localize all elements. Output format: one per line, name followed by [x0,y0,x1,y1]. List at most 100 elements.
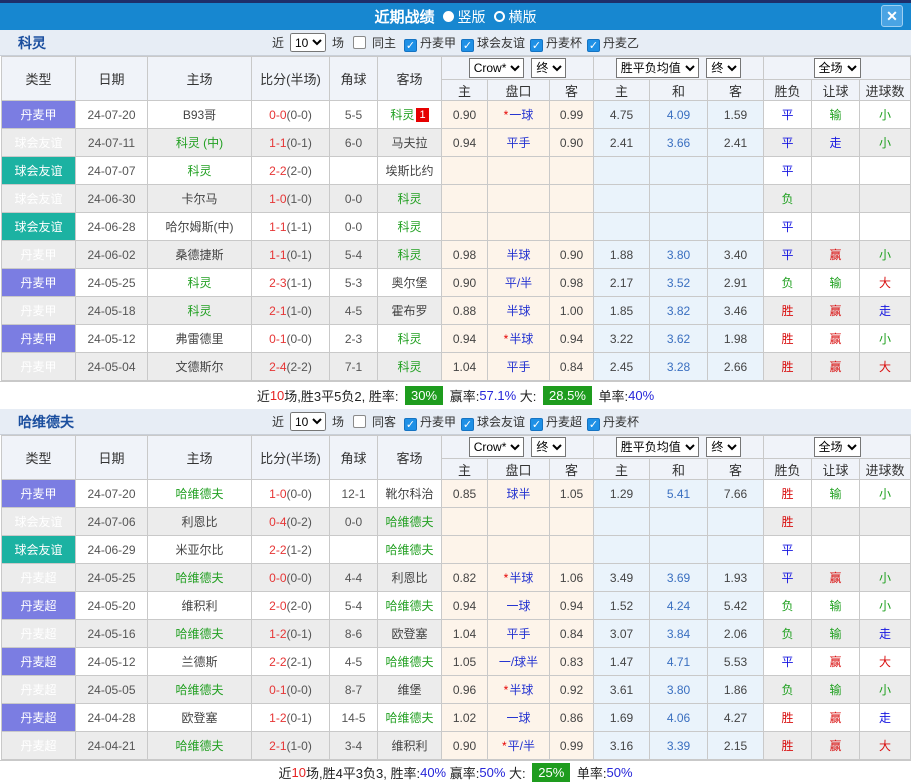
score-cell: 0-1(0-0) [252,676,330,704]
corner-cell: 0-0 [330,508,378,536]
same-venue-checkbox[interactable] [353,415,366,428]
odds-source-select[interactable]: Crow* [469,437,524,457]
match-row: 丹麦甲24-07-20B93哥0-0(0-0)5-5科灵10.90*一球0.99… [2,101,911,129]
ah-home-odds-cell: 1.04 [442,620,488,648]
close-icon[interactable]: ✕ [881,5,903,27]
ah-line-cell: 平手 [488,129,550,157]
result-cell: 平 [764,129,812,157]
away-team-cell: 科灵 [378,325,442,353]
goals-result-cell [860,157,911,185]
avg-odds-select[interactable]: 胜平负均值 [616,58,699,78]
eu-home-odds-cell: 1.52 [594,592,650,620]
odds-state-select[interactable]: 终 [531,58,566,78]
ah-away-odds-cell: 0.92 [550,676,594,704]
avg-state-select[interactable]: 终 [706,437,741,457]
goals-result-cell: 走 [860,704,911,732]
match-date-cell: 24-05-12 [76,648,148,676]
ah-away-odds-cell: 0.94 [550,592,594,620]
avg-state-select[interactable]: 终 [706,58,741,78]
ah-home-odds-cell: 0.88 [442,297,488,325]
match-count-select[interactable]: 10 [290,412,326,431]
eu-draw-odds-cell: 3.84 [650,620,708,648]
league-checkbox-label: 球会友谊 [477,415,525,429]
home-team-cell: 卡尔马 [148,185,252,213]
match-date-cell: 24-05-25 [76,564,148,592]
corner-cell: 0-0 [330,213,378,241]
score-cell: 0-1(0-0) [252,325,330,353]
ah-home-odds-cell: 0.90 [442,101,488,129]
league-checkbox[interactable]: ✓ [404,39,417,52]
corner-cell: 5-4 [330,592,378,620]
rate-badge: 30% [405,386,443,405]
ah-line-cell: *平/半 [488,732,550,760]
near-label: 近 [272,34,284,51]
col-eu-away: 客 [708,459,764,480]
away-team-cell: 哈维德夫 [378,536,442,564]
ah-home-odds-cell: 0.94 [442,325,488,353]
match-row: 球会友谊24-06-28哈尔姆斯(中)1-1(1-1)0-0科灵平 [2,213,911,241]
summary-text: 场,胜3平5负2, 胜率: [284,386,402,405]
ah-home-odds-cell [442,536,488,564]
eu-home-odds-cell: 2.17 [594,269,650,297]
col-date: 日期 [76,57,148,101]
avg-odds-select[interactable]: 胜平负均值 [616,437,699,457]
odds-state-select[interactable]: 终 [531,437,566,457]
league-checkbox[interactable]: ✓ [530,39,543,52]
eu-draw-odds-cell [650,536,708,564]
league-checkbox[interactable]: ✓ [461,39,474,52]
score-cell: 1-1(0-1) [252,129,330,157]
ah-away-odds-cell [550,157,594,185]
league-type-cell: 丹麦甲 [2,101,76,129]
match-date-cell: 24-05-16 [76,620,148,648]
scope-select[interactable]: 全场 [814,437,861,457]
handicap-result-cell: 输 [812,269,860,297]
league-type-cell: 球会友谊 [2,536,76,564]
score-cell: 1-0(1-0) [252,185,330,213]
col-corner: 角球 [330,57,378,101]
match-date-cell: 24-04-28 [76,704,148,732]
ah-line-cell: 一球 [488,704,550,732]
ah-home-odds-cell [442,508,488,536]
home-team-cell: 维积利 [148,592,252,620]
match-row: 丹麦甲24-07-20哈维德夫1-0(0-0)12-1靴尔科治0.85球半1.0… [2,480,911,508]
ah-home-odds-cell [442,213,488,241]
corner-cell: 2-3 [330,325,378,353]
result-cell: 平 [764,648,812,676]
odds-source-select[interactable]: Crow* [469,58,524,78]
match-date-cell: 24-05-25 [76,269,148,297]
league-checkbox-label: 丹麦乙 [603,36,639,50]
league-checkbox[interactable]: ✓ [587,39,600,52]
team-name: 哈维德夫 [18,412,74,432]
team-name: 科灵 [18,33,46,53]
match-date-cell: 24-06-30 [76,185,148,213]
ah-away-odds-cell: 1.00 [550,297,594,325]
league-type-cell: 球会友谊 [2,508,76,536]
horizontal-layout-radio[interactable] [494,11,505,22]
league-checkbox[interactable]: ✓ [461,418,474,431]
result-cell: 负 [764,269,812,297]
goals-result-cell: 小 [860,241,911,269]
match-count-select[interactable]: 10 [290,33,326,52]
vertical-layout-radio[interactable] [443,11,454,22]
match-date-cell: 24-05-12 [76,325,148,353]
handicap-result-cell: 输 [812,620,860,648]
handicap-result-cell: 赢 [812,353,860,381]
col-eu-draw: 和 [650,459,708,480]
corner-cell: 12-1 [330,480,378,508]
scope-select[interactable]: 全场 [814,58,861,78]
same-venue-checkbox[interactable] [353,36,366,49]
ah-line-cell [488,157,550,185]
league-checkbox[interactable]: ✓ [587,418,600,431]
eu-away-odds-cell: 2.41 [708,129,764,157]
league-type-cell: 球会友谊 [2,213,76,241]
league-checkbox[interactable]: ✓ [530,418,543,431]
summary-text: 50% [479,765,505,780]
league-checkbox[interactable]: ✓ [404,418,417,431]
home-team-cell: 米亚尔比 [148,536,252,564]
col-score: 比分(半场) [252,57,330,101]
summary-text: 10 [270,388,284,403]
goals-result-cell: 小 [860,129,911,157]
result-cell: 胜 [764,704,812,732]
eu-away-odds-cell: 1.59 [708,101,764,129]
league-type-cell: 丹麦超 [2,732,76,760]
